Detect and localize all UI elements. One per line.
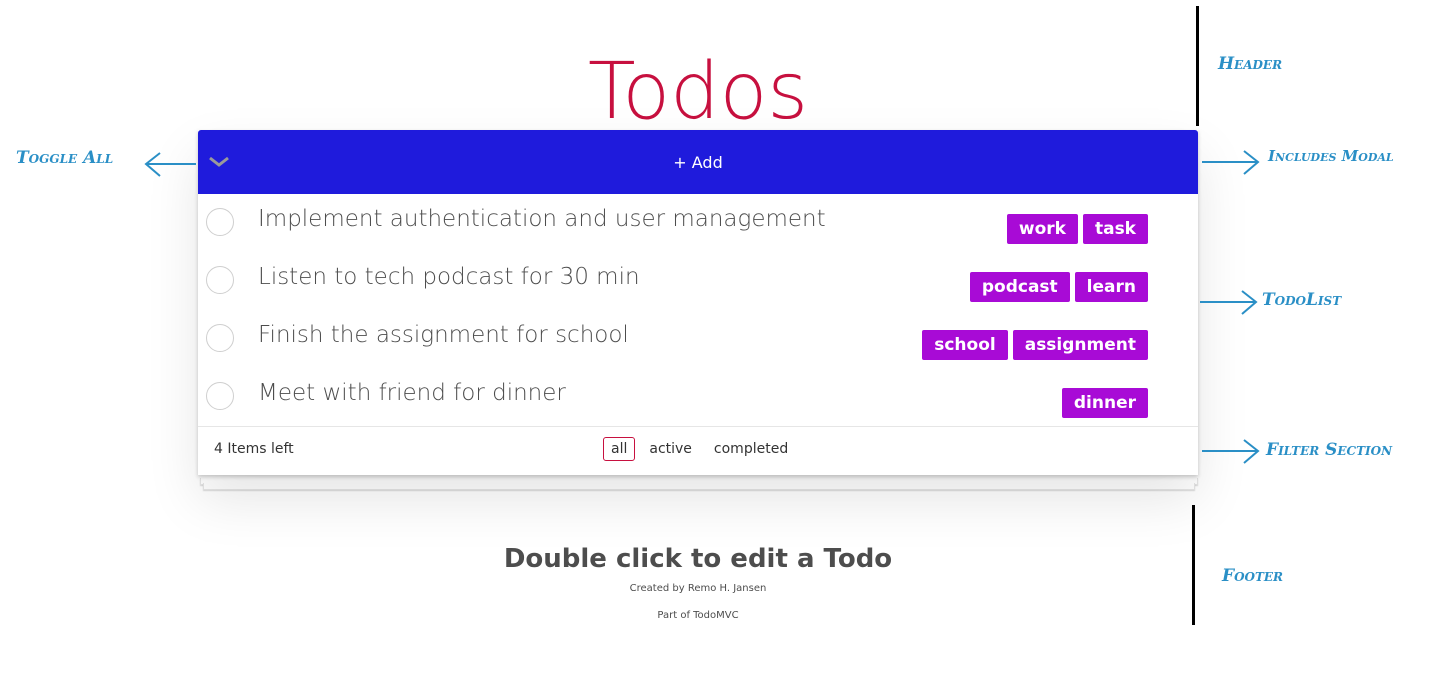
annotation-footer: Footer [1222, 566, 1284, 586]
annotation-includes-modal: Includes Modal [1268, 147, 1394, 165]
todo-list: Implement authentication and user manage… [198, 194, 1198, 426]
tag-badge[interactable]: learn [1074, 272, 1148, 302]
filter-active[interactable]: active [641, 437, 700, 461]
chevron-down-icon[interactable] [208, 150, 230, 172]
stack-shadow [203, 483, 1195, 490]
tag-badge[interactable]: school [922, 330, 1008, 360]
filter-completed[interactable]: completed [706, 437, 796, 461]
add-bar: + Add [198, 130, 1198, 194]
tag-list: school assignment [922, 330, 1148, 360]
tag-badge[interactable]: task [1082, 214, 1148, 244]
filter-all[interactable]: all [603, 437, 636, 461]
todo-item[interactable]: Implement authentication and user manage… [198, 194, 1198, 252]
arrow-right-icon [1202, 150, 1260, 175]
page: Todos + Add Implement authentication and… [0, 0, 1453, 679]
tag-badge[interactable]: work [1006, 214, 1078, 244]
todo-item[interactable]: Meet with friend for dinner dinner [198, 368, 1198, 426]
tag-list: podcast learn [969, 272, 1148, 302]
todo-app: + Add Implement authentication and user … [198, 130, 1198, 475]
toggle-complete-checkbox[interactable] [206, 324, 234, 352]
edit-hint: Double click to edit a Todo [503, 544, 893, 574]
todo-label[interactable]: Listen to tech podcast for 30 min [258, 264, 640, 290]
tag-badge[interactable]: dinner [1061, 388, 1148, 418]
todo-item[interactable]: Listen to tech podcast for 30 min podcas… [198, 252, 1198, 310]
filter-footer: 4 Items left all active completed [198, 426, 1198, 475]
todo-label[interactable]: Meet with friend for dinner [258, 380, 566, 406]
part-of-text: Part of TodoMVC [657, 610, 739, 621]
annotation-header: Header [1218, 54, 1283, 74]
filter-list: all active completed [603, 437, 796, 461]
items-left-count: 4 Items left [214, 441, 294, 457]
annotation-filter-section: Filter Section [1266, 440, 1393, 460]
arrow-right-icon [1200, 290, 1258, 315]
tag-list: work task [1006, 214, 1148, 244]
todo-item[interactable]: Finish the assignment for school school … [198, 310, 1198, 368]
tag-list: dinner [1061, 388, 1148, 418]
add-todo-button[interactable]: + Add [663, 149, 732, 176]
header-divider-line [1196, 6, 1199, 126]
items-left-suffix: Items left [222, 441, 294, 457]
credit-text: Created by Remo H. Jansen [629, 583, 767, 594]
toggle-complete-checkbox[interactable] [206, 266, 234, 294]
arrow-left-icon [144, 152, 196, 177]
toggle-complete-checkbox[interactable] [206, 382, 234, 410]
tag-badge[interactable]: podcast [969, 272, 1070, 302]
footer-divider-line [1192, 505, 1195, 625]
todo-label[interactable]: Implement authentication and user manage… [258, 206, 826, 232]
arrow-right-icon [1202, 439, 1260, 464]
annotation-todolist: TodoList [1262, 290, 1342, 310]
todo-label[interactable]: Finish the assignment for school [258, 322, 629, 348]
items-left-number: 4 [214, 441, 223, 457]
tag-badge[interactable]: assignment [1012, 330, 1148, 360]
toggle-complete-checkbox[interactable] [206, 208, 234, 236]
annotation-toggle-all: Toggle All [16, 148, 114, 168]
app-title: Todos [588, 47, 808, 138]
